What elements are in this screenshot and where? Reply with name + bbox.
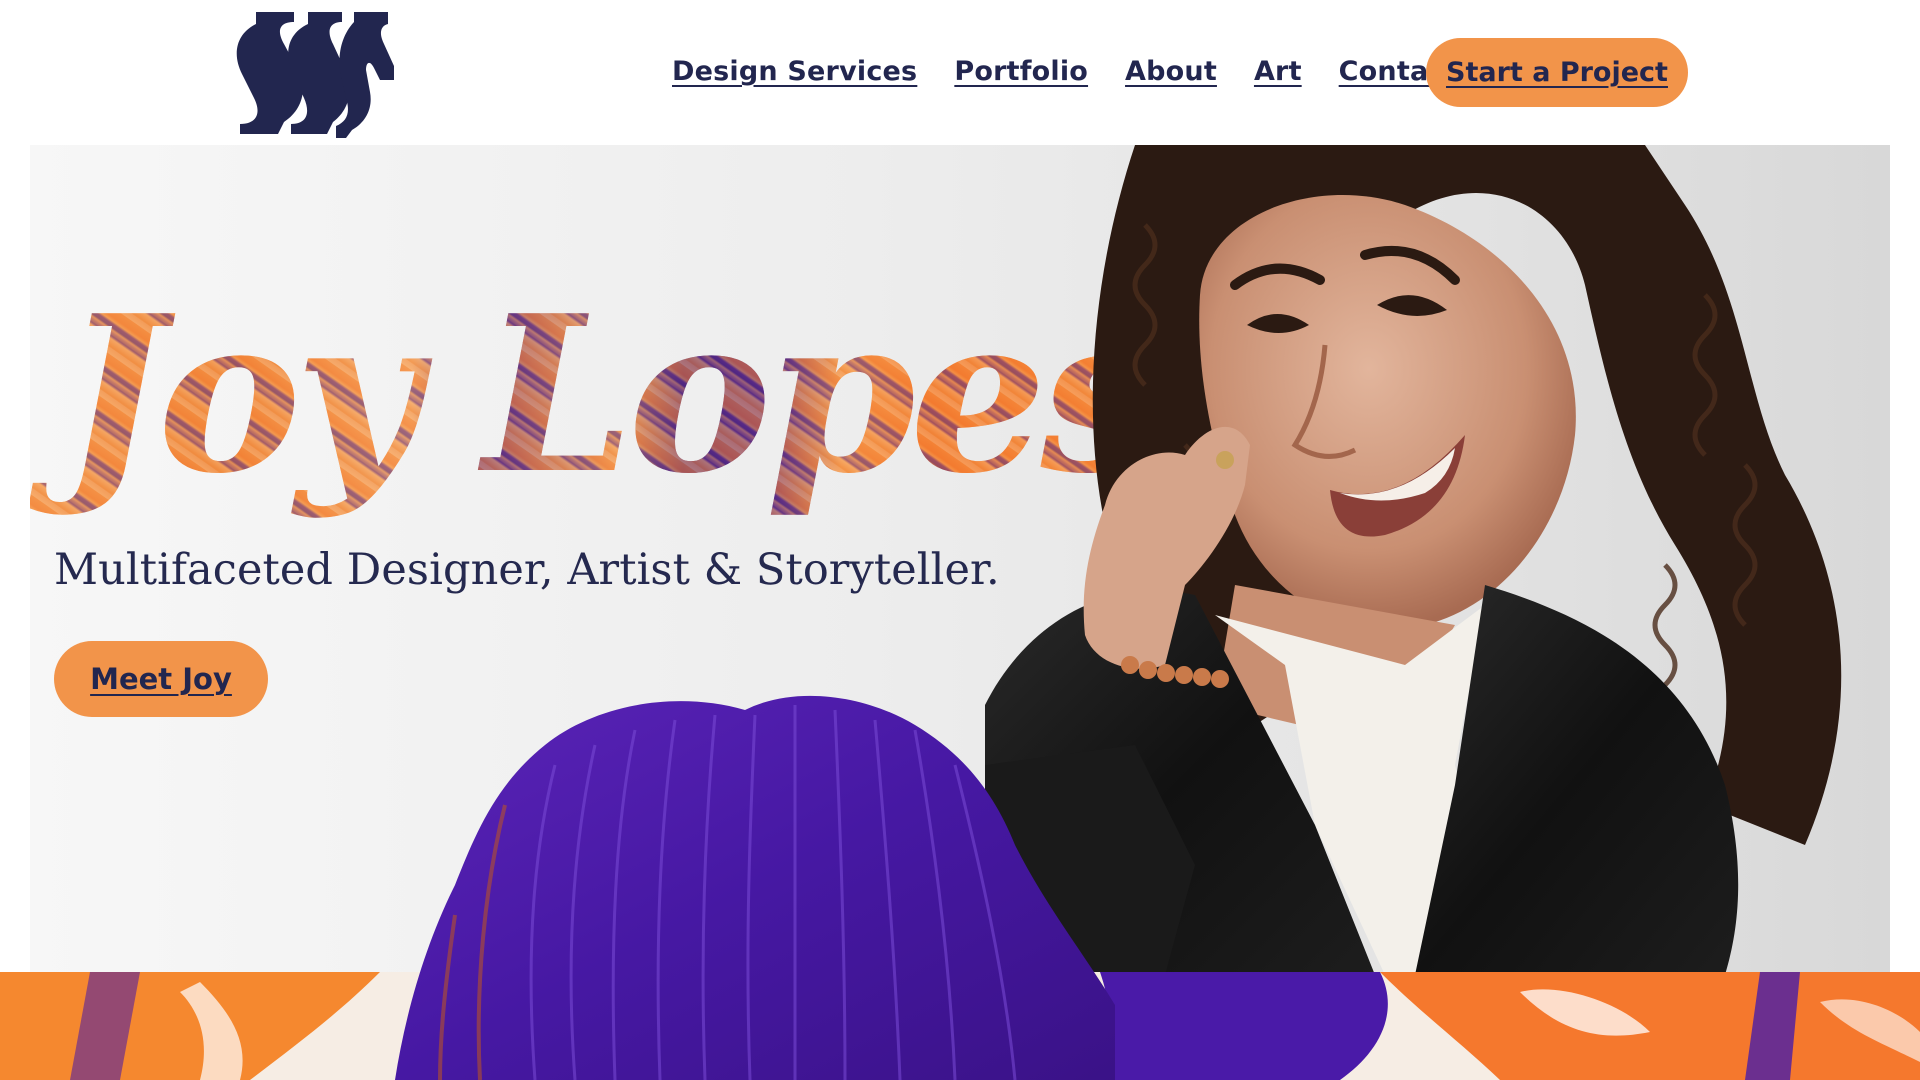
site-header: Design Services Portfolio About Art Cont… xyxy=(0,0,1920,145)
nav-link-design-services[interactable]: Design Services xyxy=(672,56,917,87)
purple-brush-stroke xyxy=(395,695,1115,1080)
hero-subtitle: Multifaceted Designer, Artist & Storytel… xyxy=(54,545,1000,595)
portrait-photo xyxy=(985,145,1842,975)
start-project-label: Start a Project xyxy=(1446,57,1668,88)
meet-joy-button[interactable]: Meet Joy xyxy=(54,641,268,717)
nav-link-art[interactable]: Art xyxy=(1254,56,1302,87)
start-project-button[interactable]: Start a Project xyxy=(1426,38,1688,107)
joy-logo[interactable] xyxy=(236,8,394,138)
meet-joy-label: Meet Joy xyxy=(90,662,232,696)
nav-link-about[interactable]: About xyxy=(1125,56,1217,87)
main-nav: Design Services Portfolio About Art Cont… xyxy=(672,56,1458,87)
nav-link-portfolio[interactable]: Portfolio xyxy=(954,56,1088,87)
hero-title: Joy Lopes Joy Lopes xyxy=(30,268,1164,521)
